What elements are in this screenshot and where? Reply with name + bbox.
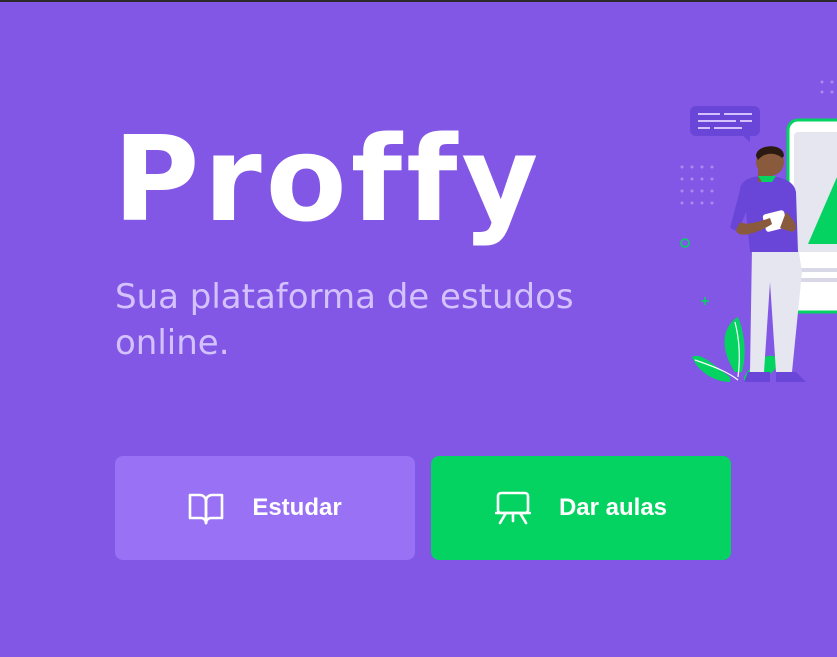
study-button[interactable]: Estudar [115, 456, 415, 560]
book-open-icon [188, 491, 224, 525]
tagline: Sua plataforma de estudos online. [115, 277, 574, 363]
study-button-label: Estudar [252, 494, 342, 521]
teach-button[interactable]: Dar aulas [431, 456, 731, 560]
teach-button-label: Dar aulas [558, 494, 668, 521]
logo: Proffy [113, 110, 543, 248]
hero-illustration [680, 80, 837, 382]
presentation-board-icon [494, 491, 531, 525]
